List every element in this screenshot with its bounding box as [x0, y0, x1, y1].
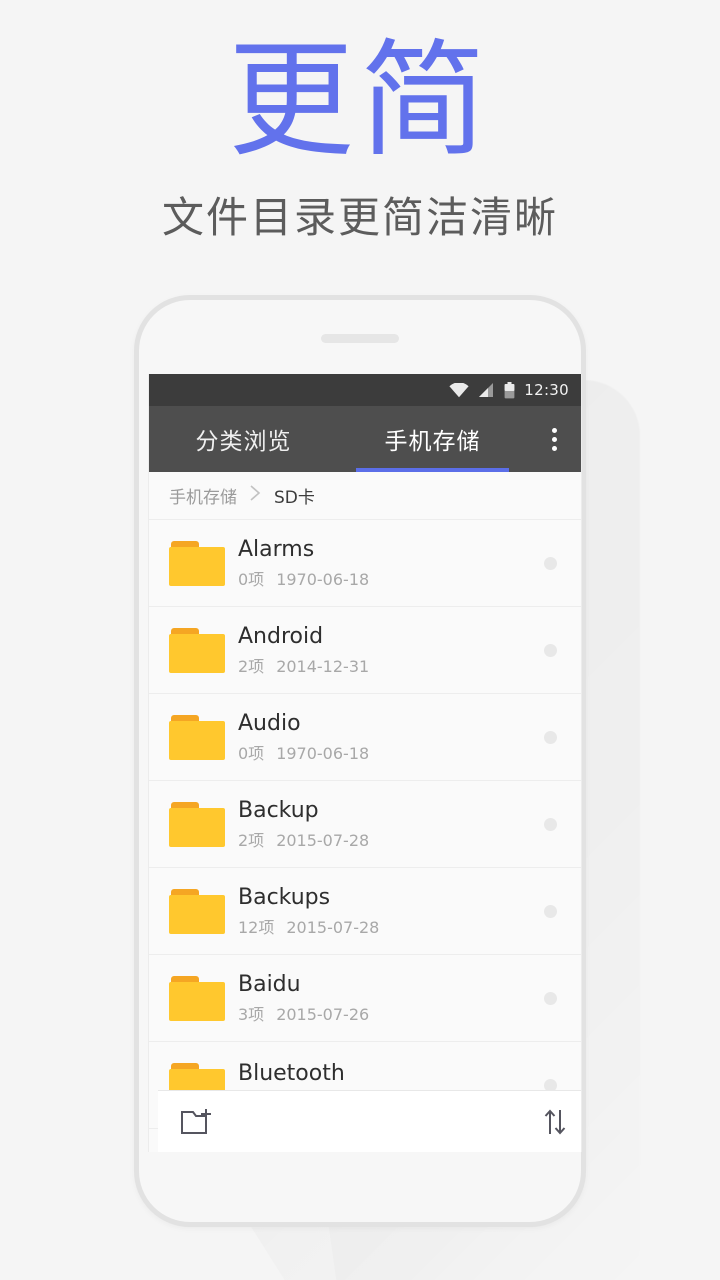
- new-folder-icon[interactable]: [180, 1107, 214, 1136]
- file-name: Bluetooth: [238, 1060, 544, 1088]
- sort-icon[interactable]: [540, 1107, 570, 1137]
- row-select-indicator[interactable]: [544, 905, 557, 918]
- signal-icon: [478, 383, 495, 398]
- row-text: Backups 12项 2015-07-28: [238, 884, 544, 939]
- breadcrumb-item-root[interactable]: 手机存储: [169, 483, 237, 508]
- tab-phone-storage[interactable]: 手机存储: [338, 406, 527, 472]
- file-meta: 2项 2015-07-28: [238, 827, 544, 851]
- app-bar: 分类浏览 手机存储: [149, 406, 581, 472]
- file-name: Audio: [238, 710, 544, 738]
- phone-screen: 12:30 分类浏览 手机存储 手机存储: [148, 374, 582, 1152]
- table-row[interactable]: Baidu 3项 2015-07-26: [149, 955, 581, 1042]
- tab-category-browse[interactable]: 分类浏览: [149, 406, 338, 472]
- table-row[interactable]: Android 2项 2014-12-31: [149, 607, 581, 694]
- file-name: Alarms: [238, 536, 544, 564]
- folder-icon: [169, 889, 225, 934]
- table-row[interactable]: Alarms 0项 1970-06-18: [149, 520, 581, 607]
- file-item-count: 2项: [238, 831, 264, 850]
- status-bar: 12:30: [149, 374, 581, 406]
- bottom-action-bar: [158, 1090, 582, 1152]
- table-row[interactable]: Backups 12项 2015-07-28: [149, 868, 581, 955]
- row-select-indicator[interactable]: [544, 644, 557, 657]
- file-date: 1970-06-18: [276, 570, 369, 589]
- file-meta: 0项 1970-06-18: [238, 740, 544, 764]
- row-select-indicator[interactable]: [544, 992, 557, 1005]
- overflow-dot: [552, 437, 557, 442]
- row-select-indicator[interactable]: [544, 557, 557, 570]
- row-select-indicator[interactable]: [544, 731, 557, 744]
- folder-icon: [169, 802, 225, 847]
- tab-category-browse-label: 分类浏览: [196, 422, 292, 456]
- breadcrumb: 手机存储 SD卡: [149, 472, 581, 520]
- folder-icon: [169, 976, 225, 1021]
- file-meta: 2项 2014-12-31: [238, 653, 544, 677]
- row-text: Baidu 3项 2015-07-26: [238, 971, 544, 1026]
- file-item-count: 2项: [238, 657, 264, 676]
- row-text: Android 2项 2014-12-31: [238, 623, 544, 678]
- page-subtitle: 文件目录更简洁清晰: [0, 184, 720, 245]
- folder-icon: [169, 541, 225, 586]
- file-date: 2015-07-26: [276, 1005, 369, 1024]
- file-meta: 3项 2015-07-26: [238, 1001, 544, 1025]
- row-text: Backup 2项 2015-07-28: [238, 797, 544, 852]
- earpiece-speaker: [321, 334, 399, 343]
- file-item-count: 12项: [238, 918, 274, 937]
- file-item-count: 0项: [238, 570, 264, 589]
- file-date: 2014-12-31: [276, 657, 369, 676]
- file-item-count: 3项: [238, 1005, 264, 1024]
- file-list[interactable]: Alarms 0项1970-06-18 Android 2项2014: [149, 520, 581, 1152]
- folder-icon: [169, 628, 225, 673]
- table-row[interactable]: Backup 2项 2015-07-28: [149, 781, 581, 868]
- breadcrumb-item-current[interactable]: SD卡: [274, 483, 315, 508]
- tab-phone-storage-label: 手机存储: [385, 422, 481, 456]
- file-name: Baidu: [238, 971, 544, 999]
- file-date: 1970-06-18: [276, 744, 369, 763]
- overflow-dot: [552, 428, 557, 433]
- overflow-dot: [552, 446, 557, 451]
- overflow-menu-icon[interactable]: [527, 406, 581, 472]
- chevron-right-icon: [249, 484, 262, 507]
- promo-page: 更简 文件目录更简洁清晰: [0, 0, 720, 1280]
- file-date: 2015-07-28: [286, 918, 379, 937]
- row-text: Audio 0项 1970-06-18: [238, 710, 544, 765]
- page-title: 更简: [0, 0, 720, 164]
- promo-header: 更简 文件目录更简洁清晰: [0, 0, 720, 245]
- status-time: 12:30: [524, 381, 569, 399]
- file-date: 2015-07-28: [276, 831, 369, 850]
- folder-icon: [169, 715, 225, 760]
- row-text: Alarms 0项 1970-06-18: [238, 536, 544, 591]
- file-item-count: 0项: [238, 744, 264, 763]
- file-meta: 12项 2015-07-28: [238, 914, 544, 938]
- battery-icon: [504, 382, 515, 399]
- file-name: Backup: [238, 797, 544, 825]
- file-name: Android: [238, 623, 544, 651]
- row-select-indicator[interactable]: [544, 818, 557, 831]
- file-meta: 0项 1970-06-18: [238, 566, 544, 590]
- table-row[interactable]: Audio 0项 1970-06-18: [149, 694, 581, 781]
- wifi-icon: [449, 383, 469, 398]
- phone-device-frame: 12:30 分类浏览 手机存储 手机存储: [134, 295, 586, 1227]
- file-name: Backups: [238, 884, 544, 912]
